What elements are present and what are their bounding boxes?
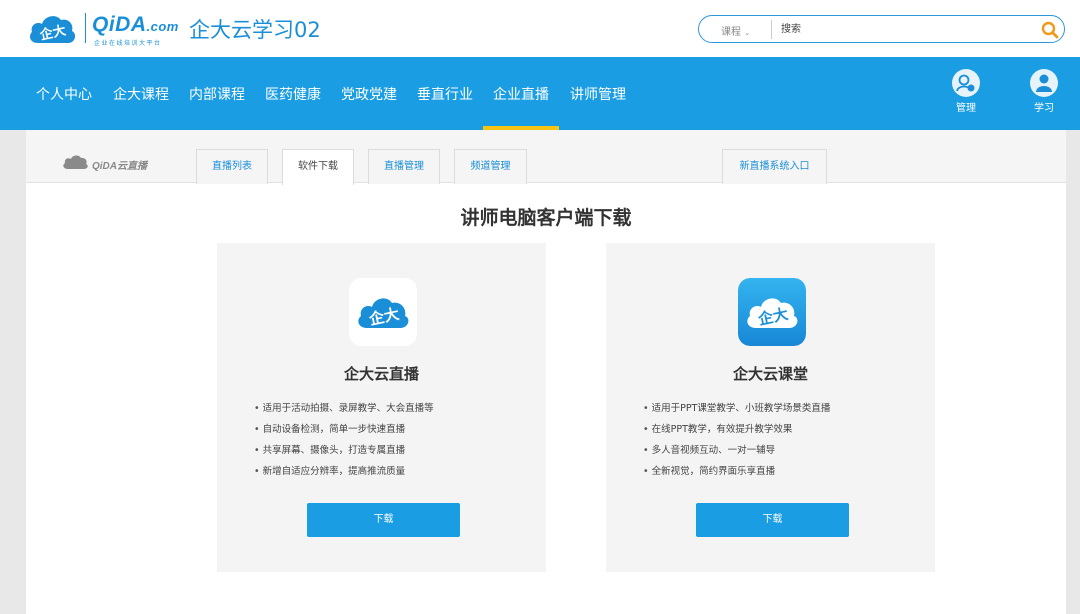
learn-label: 学习 — [1034, 103, 1054, 114]
tab-new-live-system[interactable]: 新直播系统入口 — [722, 149, 827, 184]
nav-item-personal-center[interactable]: 个人中心 — [36, 84, 92, 104]
feature-item: 自动设备检测，简单一步快速直播 — [254, 419, 434, 440]
search-separator — [771, 20, 772, 39]
feature-item: 适用于活动拍摄、录屏教学、大会直播等 — [254, 398, 434, 419]
logo-wordmark[interactable]: QiDA.com — [92, 13, 179, 37]
download-live-button[interactable]: 下载 — [307, 503, 460, 537]
subnav-logo-text: QiDA云直播 — [92, 161, 147, 172]
search-category-label: 课程 — [721, 27, 741, 38]
feature-list: 适用于PPT课堂教学、小班教学场景类直播 在线PPT教学，有效提升教学效果 多人… — [643, 398, 831, 482]
search-box: 课程 ⌄ — [698, 15, 1065, 43]
nav-item-enterprise-live[interactable]: 企业直播 — [493, 84, 549, 104]
header: 企大 QiDA.com 企业在线培训大平台 企大云学习02 课程 ⌄ — [0, 0, 1080, 57]
app-card-classroom: 企大 企大云课堂 适用于PPT课堂教学、小班教学场景类直播 在线PPT教学，有效… — [606, 243, 935, 572]
content-panel: QiDA云直播 直播列表 软件下载 直播管理 频道管理 新直播系统入口 讲师电脑… — [26, 130, 1066, 614]
tab-live-list[interactable]: 直播列表 — [196, 149, 268, 184]
feature-item: 共享屏幕、摄像头，打造专属直播 — [254, 440, 434, 461]
feature-item: 新增自适应分辨率，提高推流质量 — [254, 461, 434, 482]
app-card-live: 企大 企大云直播 适用于活动拍摄、录屏教学、大会直播等 自动设备检测，简单一步快… — [217, 243, 546, 572]
app-name: 企大云课堂 — [732, 365, 808, 383]
logo-tagline: 企业在线培训大平台 — [94, 40, 162, 47]
learn-button[interactable]: 学习 — [1024, 69, 1064, 114]
nav-item-party-building[interactable]: 党政党建 — [341, 84, 397, 104]
feature-item: 适用于PPT课堂教学、小班教学场景类直播 — [643, 398, 831, 419]
logo-divider — [85, 13, 86, 43]
feature-item: 多人音视频互动、一对一辅导 — [643, 440, 830, 461]
search-input[interactable] — [781, 20, 1031, 39]
app-name: 企大云直播 — [343, 365, 419, 383]
page-title: 讲师电脑客户端下载 — [460, 207, 632, 229]
nav-item-qida-courses[interactable]: 企大课程 — [113, 84, 169, 104]
site-title: 企大云学习02 — [189, 18, 321, 42]
qida-live-logo-icon — [63, 155, 88, 169]
download-classroom-button[interactable]: 下载 — [696, 503, 849, 537]
logo-com: .com — [146, 19, 179, 34]
admin-button[interactable]: 管理 — [946, 69, 986, 114]
tab-live-management[interactable]: 直播管理 — [368, 149, 440, 184]
qida-classroom-icon: 企大 — [738, 278, 806, 346]
admin-label: 管理 — [956, 103, 976, 114]
qida-cloud-logo-icon[interactable]: 企大 — [26, 10, 78, 46]
search-icon[interactable] — [1040, 20, 1060, 40]
nav-item-lecturer-management[interactable]: 讲师管理 — [570, 84, 626, 104]
admin-user-icon — [952, 69, 980, 97]
learn-user-icon — [1030, 69, 1058, 97]
main-nav: 个人中心 企大课程 内部课程 医药健康 党政党建 垂直行业 企业直播 讲师管理 … — [0, 57, 1080, 130]
chevron-down-icon: ⌄ — [744, 29, 751, 37]
tab-software-download[interactable]: 软件下载 — [282, 149, 354, 185]
qida-live-icon: 企大 — [349, 278, 417, 346]
feature-item: 在线PPT教学，有效提升教学效果 — [643, 419, 830, 440]
nav-item-vertical-industry[interactable]: 垂直行业 — [417, 84, 473, 104]
nav-item-internal-courses[interactable]: 内部课程 — [189, 84, 245, 104]
tab-channel-management[interactable]: 频道管理 — [454, 149, 527, 184]
nav-item-medical-health[interactable]: 医药健康 — [265, 84, 321, 104]
live-subnav: QiDA云直播 直播列表 软件下载 直播管理 频道管理 新直播系统入口 — [26, 130, 1066, 185]
feature-item: 全新视觉，简约界面乐享直播 — [643, 461, 830, 482]
logo-word: QiDA — [92, 13, 147, 36]
feature-list: 适用于活动拍摄、录屏教学、大会直播等 自动设备检测，简单一步快速直播 共享屏幕、… — [254, 398, 434, 482]
search-category-select[interactable]: 课程 ⌄ — [721, 23, 750, 38]
